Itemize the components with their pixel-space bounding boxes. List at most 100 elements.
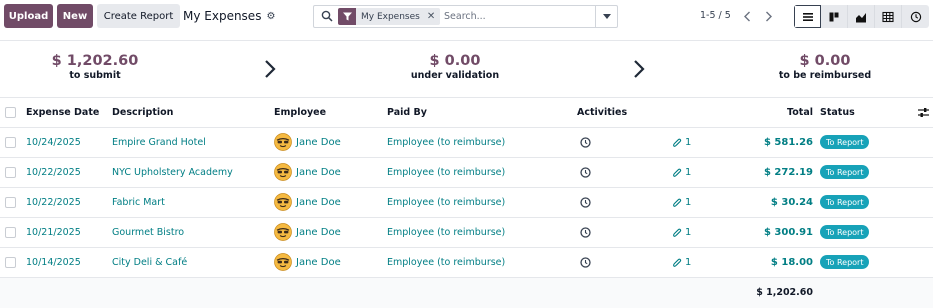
paid-by: Employee (to reimburse) bbox=[387, 167, 506, 178]
avatar[interactable] bbox=[274, 193, 292, 211]
summary-label: to be reimbursed bbox=[778, 70, 872, 81]
summary-to-be-reimbursed[interactable]: $ 0.00 to be reimbursed bbox=[770, 53, 880, 81]
table-icon bbox=[882, 11, 894, 22]
column-header-status[interactable]: Status bbox=[820, 107, 855, 118]
column-header-paid-by[interactable]: Paid By bbox=[387, 107, 427, 118]
graph-view-button[interactable] bbox=[848, 5, 875, 28]
column-header-total[interactable]: Total bbox=[787, 107, 813, 118]
optional-columns-icon[interactable] bbox=[918, 107, 929, 118]
table-row[interactable]: 10/22/2025 NYC Upholstery Academy Jane D… bbox=[0, 158, 933, 188]
column-header-description[interactable]: Description bbox=[112, 107, 173, 118]
paperclip-icon bbox=[673, 198, 682, 207]
paid-by: Employee (to reimburse) bbox=[387, 197, 506, 208]
attachment-count[interactable]: 1 bbox=[673, 257, 691, 268]
kanban-view-button[interactable] bbox=[821, 5, 848, 28]
clock-icon[interactable] bbox=[580, 197, 591, 208]
row-checkbox[interactable] bbox=[5, 227, 16, 238]
new-button[interactable]: New bbox=[57, 4, 93, 28]
search-bar: My Expenses ✕ bbox=[313, 5, 618, 28]
area-chart-icon bbox=[856, 12, 866, 22]
expense-description: Empire Grand Hotel bbox=[112, 137, 206, 148]
column-header-activities[interactable]: Activities bbox=[577, 107, 627, 118]
expense-total: $ 581.26 bbox=[763, 137, 813, 148]
table-footer: $ 1,202.60 bbox=[0, 278, 933, 308]
expense-total: $ 272.19 bbox=[763, 167, 813, 178]
pivot-view-button[interactable] bbox=[875, 5, 902, 28]
paid-by: Employee (to reimburse) bbox=[387, 227, 506, 238]
expense-description: Gourmet Bistro bbox=[112, 227, 185, 238]
table-row[interactable]: 10/22/2025 Fabric Mart Jane Doe Employee… bbox=[0, 188, 933, 218]
close-icon[interactable]: ✕ bbox=[427, 11, 435, 22]
attachment-count[interactable]: 1 bbox=[673, 227, 691, 238]
search-options-toggle[interactable] bbox=[595, 6, 617, 27]
avatar[interactable] bbox=[274, 223, 292, 241]
attachment-count[interactable]: 1 bbox=[673, 167, 691, 178]
expense-total: $ 300.91 bbox=[763, 227, 813, 238]
pager-value[interactable]: 1-5 / 5 bbox=[700, 10, 731, 21]
table-row[interactable]: 10/14/2025 City Deli & Café Jane Doe Emp… bbox=[0, 248, 933, 278]
employee-name: Jane Doe bbox=[296, 227, 341, 238]
gear-icon[interactable]: ⚙ bbox=[266, 11, 275, 22]
page-title: My Expenses ⚙ bbox=[183, 9, 275, 23]
employee-name: Jane Doe bbox=[296, 257, 341, 268]
summary-label: to submit bbox=[69, 70, 121, 81]
chevron-right-icon bbox=[634, 60, 645, 78]
avatar[interactable] bbox=[274, 253, 292, 271]
kanban-icon bbox=[829, 12, 839, 21]
expense-date: 10/14/2025 bbox=[26, 257, 81, 268]
table-header: Expense Date Description Employee Paid B… bbox=[0, 98, 933, 128]
expense-description: City Deli & Café bbox=[112, 257, 188, 268]
list-icon bbox=[802, 12, 813, 21]
summary-to-submit[interactable]: $ 1,202.60 to submit bbox=[45, 53, 145, 81]
clock-icon[interactable] bbox=[580, 257, 591, 268]
grand-total: $ 1,202.60 bbox=[756, 287, 813, 298]
status-badge: To Report bbox=[820, 225, 870, 239]
clock-icon[interactable] bbox=[580, 167, 591, 178]
clock-icon[interactable] bbox=[580, 227, 591, 238]
row-checkbox[interactable] bbox=[5, 137, 16, 148]
clock-icon bbox=[910, 11, 921, 22]
row-checkbox[interactable] bbox=[5, 167, 16, 178]
next-page-button[interactable] bbox=[758, 5, 780, 27]
status-badge: To Report bbox=[820, 195, 870, 209]
search-input[interactable] bbox=[444, 9, 594, 24]
expense-total: $ 18.00 bbox=[770, 257, 813, 268]
status-badge: To Report bbox=[820, 255, 870, 269]
row-checkbox[interactable] bbox=[5, 197, 16, 208]
attachment-count[interactable]: 1 bbox=[673, 137, 691, 148]
attachment-count-value: 1 bbox=[685, 227, 692, 238]
clock-icon[interactable] bbox=[580, 137, 591, 148]
upload-button[interactable]: Upload bbox=[4, 4, 53, 28]
avatar[interactable] bbox=[274, 133, 292, 151]
filter-facet: My Expenses ✕ bbox=[338, 8, 441, 25]
list-view-button[interactable] bbox=[794, 5, 821, 28]
column-header-employee[interactable]: Employee bbox=[274, 107, 326, 118]
expense-date: 10/21/2025 bbox=[26, 227, 81, 238]
attachment-count-value: 1 bbox=[685, 137, 692, 148]
paperclip-icon bbox=[673, 258, 682, 267]
summary-under-validation[interactable]: $ 0.00 under validation bbox=[400, 53, 510, 81]
previous-page-button[interactable] bbox=[736, 5, 758, 27]
search-icon[interactable] bbox=[321, 10, 333, 22]
attachment-count[interactable]: 1 bbox=[673, 197, 691, 208]
summary-label: under validation bbox=[410, 70, 500, 81]
chevron-right-icon bbox=[766, 11, 772, 21]
activity-view-button[interactable] bbox=[902, 5, 929, 28]
paid-by: Employee (to reimburse) bbox=[387, 137, 506, 148]
chevron-right-icon bbox=[265, 60, 276, 78]
expense-summary: $ 1,202.60 to submit $ 0.00 under valida… bbox=[0, 41, 933, 98]
table-row[interactable]: 10/21/2025 Gourmet Bistro Jane Doe Emplo… bbox=[0, 218, 933, 248]
select-all-checkbox[interactable] bbox=[5, 107, 16, 118]
summary-amount: $ 1,202.60 bbox=[51, 53, 139, 69]
column-header-date[interactable]: Expense Date bbox=[26, 107, 99, 118]
table-row[interactable]: 10/24/2025 Empire Grand Hotel Jane Doe E… bbox=[0, 128, 933, 158]
employee-name: Jane Doe bbox=[296, 167, 341, 178]
attachment-count-value: 1 bbox=[685, 167, 692, 178]
attachment-count-value: 1 bbox=[685, 257, 692, 268]
create-report-button[interactable]: Create Report bbox=[97, 4, 180, 28]
page-title-text: My Expenses bbox=[183, 9, 262, 23]
expense-date: 10/22/2025 bbox=[26, 167, 81, 178]
row-checkbox[interactable] bbox=[5, 257, 16, 268]
filter-facet-label: My Expenses bbox=[361, 11, 420, 22]
avatar[interactable] bbox=[274, 163, 292, 181]
